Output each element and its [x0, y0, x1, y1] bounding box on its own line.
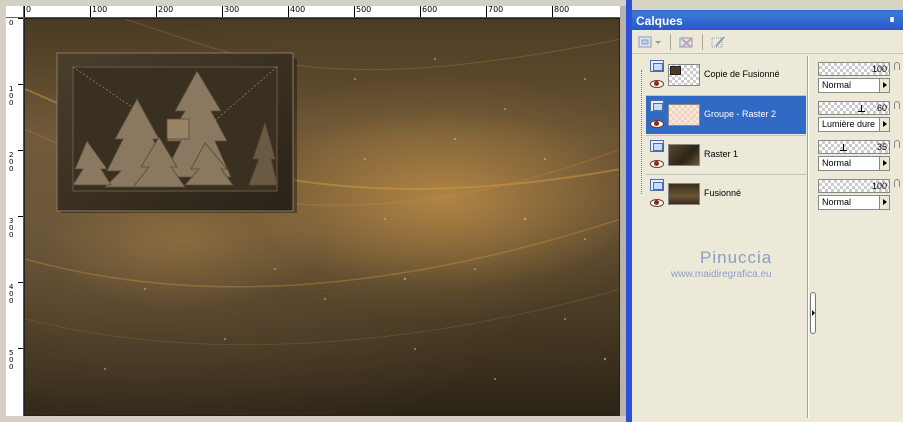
opacity-value: 60: [876, 103, 887, 113]
raster-layer-icon: [650, 60, 664, 72]
edit-pencil-icon: [711, 36, 725, 48]
layer-name: Fusionné: [704, 188, 742, 198]
layer-name: Copie de Fusionné: [704, 69, 780, 79]
visibility-eye-icon[interactable]: [650, 158, 664, 168]
layer-name: Raster 1: [704, 149, 739, 159]
opacity-value: 100: [871, 181, 887, 191]
layer-properties-column: 100 Normal 60 Lumière dure 35 Normal 100…: [816, 56, 903, 418]
ruler-label: 0: [9, 19, 14, 27]
palette-splitter[interactable]: [808, 56, 816, 418]
app-window: 0 100 200 300 400 500 600 700 800 0 100 …: [0, 0, 903, 422]
opacity-slider[interactable]: 100: [818, 62, 890, 76]
canvas-artwork: [25, 19, 619, 380]
palette-title: Calques: [632, 12, 903, 30]
blend-mode-select[interactable]: Normal: [818, 156, 890, 171]
ruler-label: 600: [422, 6, 438, 14]
delete-layer-button[interactable]: [676, 33, 696, 51]
ruler-label: 500: [356, 6, 372, 14]
layer-row-groupe-raster-2[interactable]: Groupe - Raster 2: [646, 96, 806, 134]
toolbar-separator: [702, 34, 703, 50]
lock-icon[interactable]: [894, 179, 900, 187]
opacity-slider[interactable]: 100: [818, 179, 890, 193]
vertical-ruler: 0 100 200 300 400 500: [6, 18, 24, 416]
ruler-label: 300: [224, 6, 240, 14]
opacity-marker-icon: [840, 144, 848, 154]
group-layer-icon: [650, 100, 664, 112]
ruler-label: 100: [92, 6, 108, 14]
layer-thumbnail: [668, 144, 700, 166]
delete-layer-icon: [679, 37, 693, 48]
new-layer-icon: [638, 36, 661, 48]
layer-thumbnail: [668, 104, 700, 126]
dropdown-arrow-icon[interactable]: [879, 79, 889, 92]
ruler-tick: [24, 6, 25, 17]
layer-row-fusionne[interactable]: Fusionné: [646, 175, 806, 213]
layer-row-raster-1[interactable]: Raster 1: [646, 136, 806, 174]
visibility-eye-icon[interactable]: [650, 118, 664, 128]
blend-mode-select[interactable]: Normal: [818, 78, 890, 93]
image-canvas[interactable]: [24, 18, 620, 416]
ruler-label: 400: [9, 283, 14, 305]
blend-mode-value: Lumière dure: [822, 119, 876, 129]
ruler-tick: [486, 6, 487, 17]
visibility-eye-icon[interactable]: [650, 78, 664, 88]
horizontal-ruler: 0 100 200 300 400 500 600 700 800: [24, 6, 620, 18]
layers-palette: Calques ∎ Copie de Fusionné Groupe - Ras…: [632, 0, 903, 422]
ruler-label: 800: [554, 6, 570, 14]
opacity-slider[interactable]: 35: [818, 140, 890, 154]
blend-mode-value: Normal: [822, 80, 852, 90]
opacity-value: 35: [876, 142, 887, 152]
ruler-label: 0: [26, 6, 32, 14]
raster-layer-icon: [650, 179, 664, 191]
layer-row-copie-de-fusionne[interactable]: Copie de Fusionné: [646, 56, 806, 94]
blend-mode-select[interactable]: Lumière dure: [818, 117, 890, 132]
opacity-marker-icon: [858, 105, 866, 115]
ruler-label: 700: [488, 6, 504, 14]
visibility-eye-icon[interactable]: [650, 197, 664, 207]
layer-properties-fusionne: 100 Normal: [818, 175, 900, 211]
ruler-tick: [354, 6, 355, 17]
ruler-tick: [222, 6, 223, 17]
watermark-title: Pinuccia: [700, 248, 773, 267]
ruler-label: 200: [158, 6, 174, 14]
dropdown-arrow-icon[interactable]: [879, 196, 889, 209]
ruler-tick: [288, 6, 289, 17]
edit-layer-button[interactable]: [708, 33, 728, 51]
dropdown-arrow-icon[interactable]: [879, 157, 889, 170]
raster-layer-icon: [650, 140, 664, 152]
pin-icon[interactable]: ∎: [887, 14, 897, 26]
layer-properties-raster-1: 35 Normal: [818, 136, 900, 172]
ruler-tick: [420, 6, 421, 17]
new-layer-button[interactable]: [636, 33, 664, 51]
layer-properties-groupe-raster-2: 60 Lumière dure: [818, 97, 900, 133]
watermark-url: www.maidiregrafica.eu: [671, 269, 772, 280]
ruler-corner: [6, 6, 24, 18]
lock-icon[interactable]: [894, 140, 900, 148]
ruler-label: 500: [9, 349, 14, 371]
layer-thumbnail: [668, 183, 700, 205]
ruler-label: 300: [9, 217, 14, 239]
ruler-label: 400: [290, 6, 306, 14]
opacity-value: 100: [871, 64, 887, 74]
toolbar-separator: [670, 34, 671, 50]
opacity-slider[interactable]: 60: [818, 101, 890, 115]
layer-thumbnail: [668, 64, 700, 86]
layer-list: Copie de Fusionné Groupe - Raster 2 Rast…: [632, 56, 808, 418]
blend-mode-value: Normal: [822, 158, 852, 168]
palette-top-strip: [632, 0, 903, 12]
dropdown-arrow-icon[interactable]: [879, 118, 889, 131]
ruler-tick: [156, 6, 157, 17]
blend-mode-select[interactable]: Normal: [818, 195, 890, 210]
ruler-tick: [552, 6, 553, 17]
layer-properties-copie-de-fusionne: 100 Normal: [818, 58, 900, 94]
palette-toolbar: [632, 30, 903, 54]
lock-icon[interactable]: [894, 101, 900, 109]
ruler-label: 100: [9, 85, 14, 107]
tree-connector: [641, 70, 642, 194]
layer-name: Groupe - Raster 2: [704, 109, 777, 119]
ruler-tick: [90, 6, 91, 17]
lock-icon[interactable]: [894, 62, 900, 70]
ruler-label: 200: [9, 151, 14, 173]
blend-mode-value: Normal: [822, 197, 852, 207]
